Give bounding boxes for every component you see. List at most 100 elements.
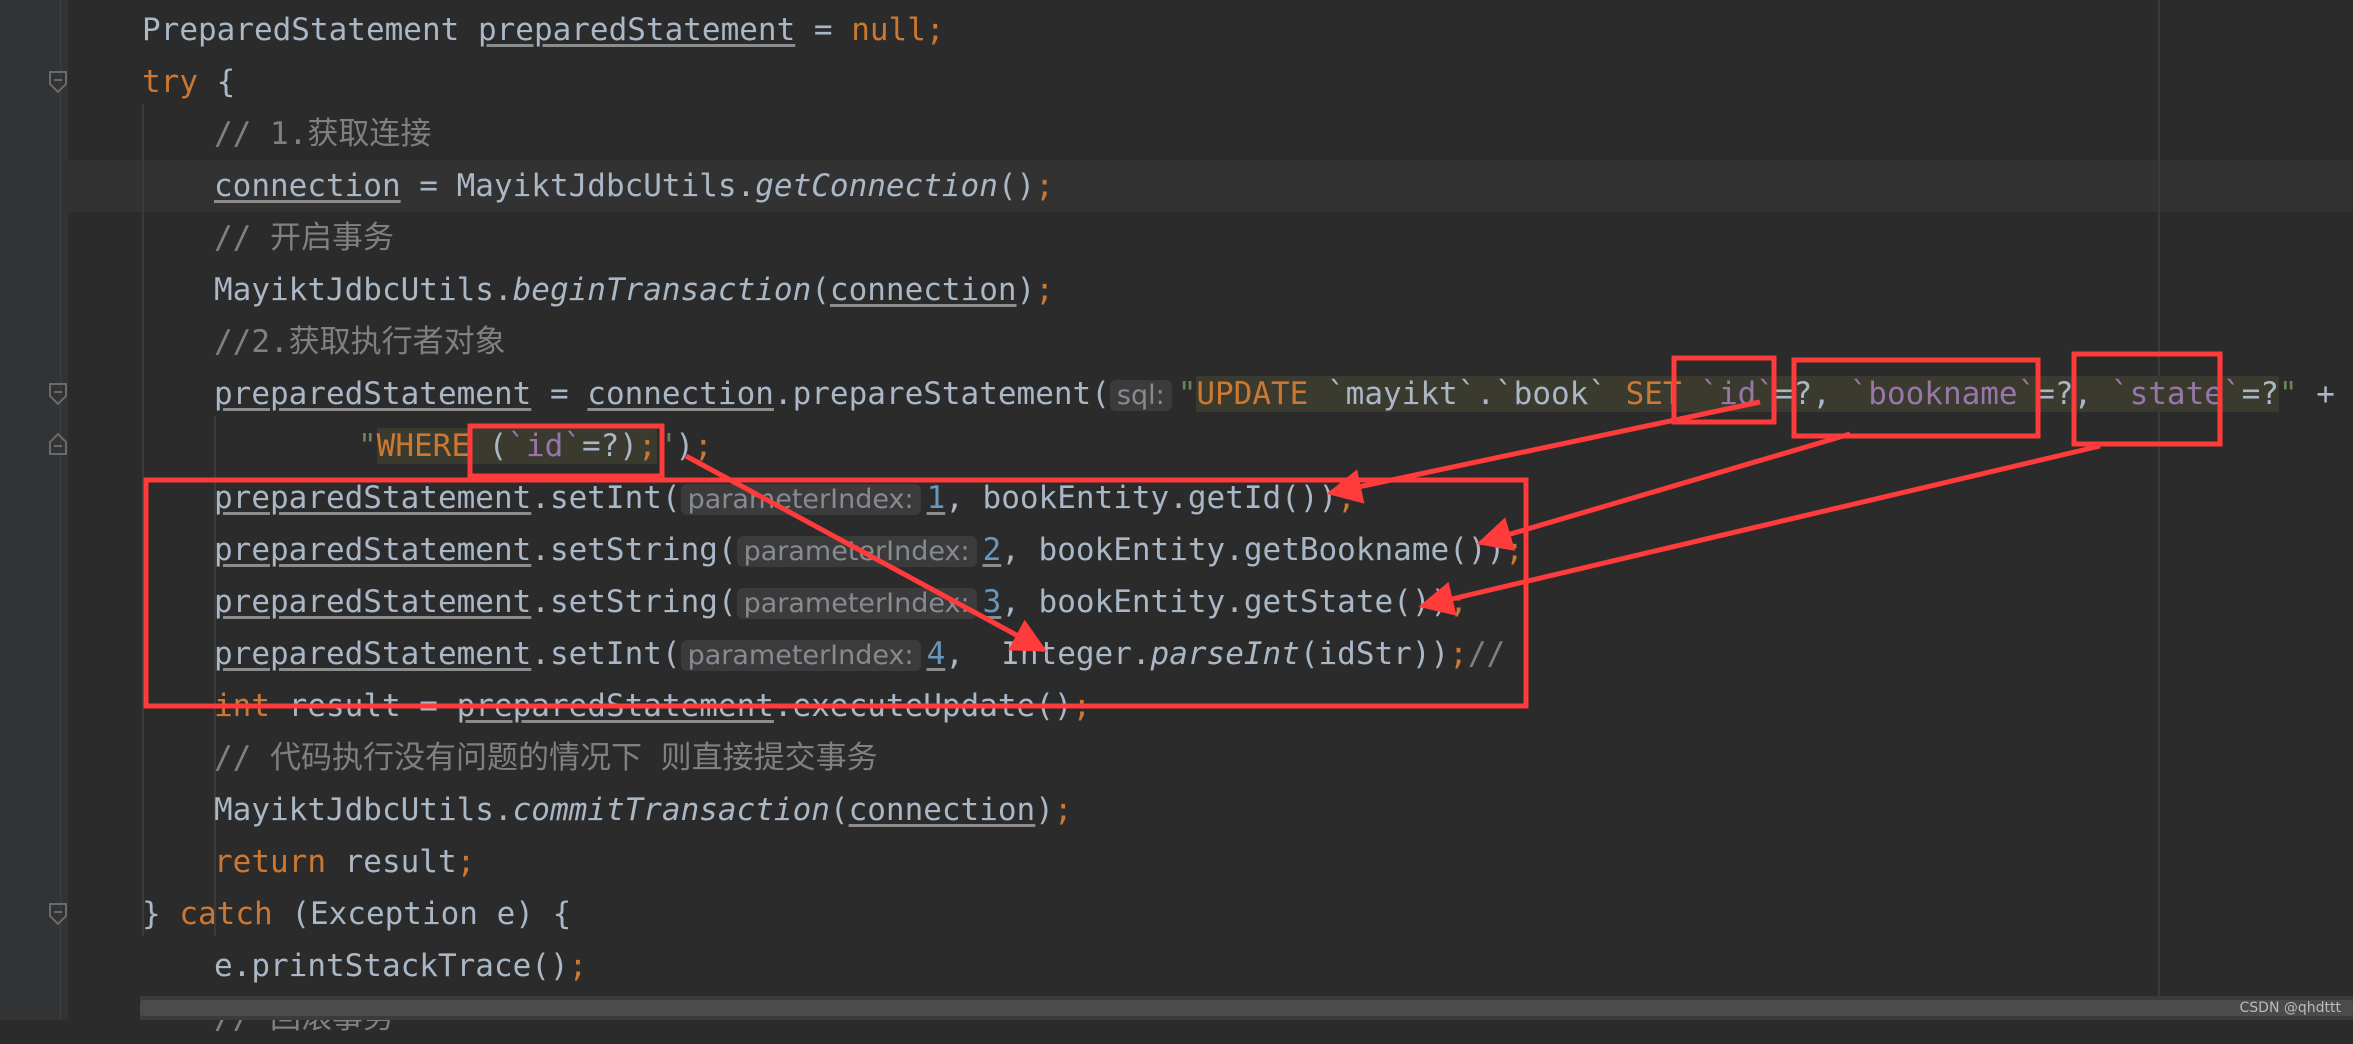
horizontal-scrollbar[interactable] bbox=[140, 996, 2353, 1020]
indent-guide bbox=[142, 104, 144, 936]
code-token: , bookEntity.getId()) bbox=[945, 480, 1338, 516]
code-line[interactable]: } catch (Exception e) { bbox=[142, 888, 571, 940]
editor-gutter bbox=[0, 0, 68, 1020]
code-token: + bbox=[2297, 376, 2335, 412]
code-line[interactable]: PreparedStatement preparedStatement = nu… bbox=[142, 4, 945, 56]
code-token: preparedStatement bbox=[214, 480, 532, 516]
code-token: MayiktJdbcUtils. bbox=[214, 272, 513, 308]
code-token: (idStr)) bbox=[1299, 636, 1450, 672]
code-token: ; bbox=[1337, 480, 1356, 516]
code-line[interactable]: return result; bbox=[214, 836, 475, 888]
code-line[interactable]: preparedStatement.setInt(parameterIndex:… bbox=[214, 472, 1356, 524]
code-line[interactable]: try { bbox=[142, 56, 235, 108]
code-comment: // 代码执行没有问题的情况下 则直接提交事务 bbox=[214, 740, 878, 776]
code-token: return bbox=[214, 844, 326, 880]
code-token: getConnection bbox=[755, 168, 998, 204]
parameter-hint: sql: bbox=[1109, 380, 1172, 411]
code-token: parseInt bbox=[1150, 636, 1300, 672]
code-token: ; bbox=[1035, 272, 1054, 308]
code-number: 3 bbox=[982, 584, 1002, 620]
code-line[interactable]: MayiktJdbcUtils.commitTransaction(connec… bbox=[214, 784, 1073, 836]
code-token: , Integer. bbox=[945, 636, 1151, 672]
code-token: ) bbox=[1035, 792, 1054, 828]
code-token: .prepareStatement( bbox=[773, 376, 1110, 412]
code-line[interactable]: // 代码执行没有问题的情况下 则直接提交事务 bbox=[214, 732, 878, 784]
parameter-hint: parameterIndex: bbox=[680, 484, 921, 515]
sql-table: `mayikt`.`book` bbox=[1327, 376, 1607, 412]
fold-icon[interactable] bbox=[48, 902, 68, 926]
code-token: int bbox=[214, 688, 270, 724]
sql-keyword: SET bbox=[1606, 376, 1701, 412]
code-token: , bookEntity.getBookname()) bbox=[1001, 532, 1506, 568]
code-token: .executeUpdate() bbox=[773, 688, 1073, 724]
code-line[interactable]: preparedStatement.setInt(parameterIndex:… bbox=[214, 628, 1505, 680]
code-number: 1 bbox=[926, 480, 946, 516]
code-token: ) bbox=[675, 428, 694, 464]
sql-placeholder: =?, bbox=[1774, 376, 1850, 412]
parameter-hint: parameterIndex: bbox=[736, 588, 977, 619]
fold-icon[interactable] bbox=[48, 382, 68, 406]
code-token: .setString( bbox=[531, 584, 737, 620]
gutter-separator bbox=[60, 0, 61, 1020]
code-token: beginTransaction bbox=[512, 272, 812, 308]
code-line[interactable]: int result = preparedStatement.executeUp… bbox=[214, 680, 1091, 732]
code-token: ; bbox=[1053, 792, 1073, 828]
code-comment: // bbox=[1467, 636, 1506, 672]
code-token: ( bbox=[488, 428, 508, 464]
code-line[interactable]: //2.获取执行者对象 bbox=[214, 316, 506, 368]
code-token: " bbox=[2278, 376, 2298, 412]
code-token: connection bbox=[848, 792, 1036, 828]
code-token: ( bbox=[811, 272, 830, 308]
code-token: null bbox=[851, 12, 926, 48]
code-token: " bbox=[656, 428, 676, 464]
code-line[interactable]: // 1.获取连接 bbox=[214, 108, 431, 160]
scrollbar-thumb[interactable] bbox=[140, 1000, 2353, 1016]
code-token: ; bbox=[637, 428, 657, 464]
code-token: = bbox=[531, 376, 588, 412]
fold-icon[interactable] bbox=[48, 432, 68, 455]
code-token: catch bbox=[179, 896, 273, 932]
code-line[interactable]: e.printStackTrace(); bbox=[214, 940, 587, 992]
code-token: preparedStatement bbox=[214, 376, 532, 412]
code-token: e.printStackTrace() bbox=[214, 948, 569, 984]
sql-keyword: WHERE bbox=[376, 428, 489, 464]
code-token: ; bbox=[1035, 168, 1054, 204]
sql-column-id: `id` bbox=[507, 428, 582, 464]
code-token: connection bbox=[214, 168, 401, 204]
code-line[interactable]: preparedStatement.setString(parameterInd… bbox=[214, 576, 1468, 628]
code-token: try bbox=[142, 64, 198, 100]
code-number: 4 bbox=[926, 636, 946, 672]
code-token: ; bbox=[568, 948, 588, 984]
code-token: .setString( bbox=[531, 532, 737, 568]
parameter-hint: parameterIndex: bbox=[680, 640, 921, 671]
code-token: (Exception e) { bbox=[272, 896, 572, 932]
sql-column-id: `id` bbox=[1700, 376, 1775, 412]
code-token: .setInt( bbox=[531, 480, 681, 516]
code-line[interactable]: connection = MayiktJdbcUtils.getConnecti… bbox=[214, 160, 1054, 212]
code-line[interactable]: // 开启事务 bbox=[214, 212, 394, 264]
annotation-arrow bbox=[1476, 431, 1851, 551]
code-line[interactable]: preparedStatement.setString(parameterInd… bbox=[214, 524, 1524, 576]
code-token: PreparedStatement bbox=[142, 12, 478, 48]
code-token: connection bbox=[829, 272, 1017, 308]
code-line[interactable]: MayiktJdbcUtils.beginTransaction(connect… bbox=[214, 264, 1054, 316]
fold-icon[interactable] bbox=[48, 70, 68, 94]
watermark: CSDN @qhdttt bbox=[2239, 1000, 2341, 1016]
sql-keyword: UPDATE bbox=[1196, 376, 1328, 412]
code-token: preparedStatement bbox=[214, 584, 532, 620]
code-token: preparedStatement bbox=[214, 636, 532, 672]
right-margin-guide bbox=[2158, 0, 2160, 1020]
code-token: () bbox=[997, 168, 1036, 204]
code-comment: //2.获取执行者对象 bbox=[214, 324, 506, 360]
code-token: ; bbox=[1505, 532, 1524, 568]
sql-placeholder: =?, bbox=[2036, 376, 2111, 412]
sql-placeholder: =? bbox=[2241, 376, 2279, 412]
code-token: = bbox=[795, 12, 852, 48]
sql-placeholder: =?) bbox=[581, 428, 638, 464]
code-token: .setInt( bbox=[531, 636, 681, 672]
code-token: result = bbox=[270, 688, 457, 724]
code-line[interactable]: preparedStatement = connection.prepareSt… bbox=[214, 368, 2335, 420]
code-token: ( bbox=[829, 792, 849, 828]
code-token: commitTransaction bbox=[512, 792, 830, 828]
code-line[interactable]: "WHERE (`id`=?);"); bbox=[358, 420, 713, 472]
